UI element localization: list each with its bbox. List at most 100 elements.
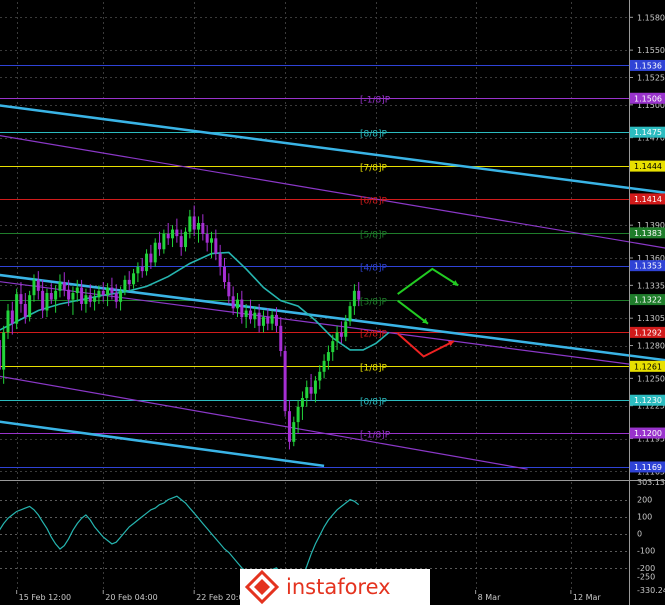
candle-body bbox=[19, 294, 23, 304]
candle-body bbox=[166, 233, 170, 239]
time-label: 15 Feb 12:00 bbox=[19, 593, 71, 602]
level-label: [8/8]P bbox=[360, 130, 388, 140]
level-label: [1/8]P bbox=[360, 364, 388, 374]
candle-body bbox=[309, 387, 313, 394]
instaforex-logo-icon bbox=[244, 569, 280, 605]
candle-body bbox=[235, 299, 239, 309]
price-tag-label: 1.1322 bbox=[634, 296, 662, 305]
axis-tick-label: 1.1305 bbox=[637, 314, 665, 323]
time-label: 8 Mar bbox=[478, 593, 501, 602]
candle-body bbox=[253, 312, 257, 320]
candle-body bbox=[201, 222, 205, 234]
level-label: [7/8]P bbox=[360, 164, 388, 174]
candle-body bbox=[49, 293, 53, 300]
price-tag-label: 1.1353 bbox=[634, 262, 662, 271]
osc-tick-label: 303.133 bbox=[637, 478, 665, 487]
candle-body bbox=[222, 266, 226, 283]
axis-tick-label: 1.1550 bbox=[637, 46, 665, 55]
candle-body bbox=[300, 398, 304, 407]
candle-body bbox=[210, 238, 213, 243]
level-label: [5/8]P bbox=[360, 231, 388, 241]
candle-body bbox=[84, 295, 88, 304]
candle-body bbox=[23, 303, 27, 318]
candle-body bbox=[158, 242, 162, 250]
osc-tick-label: 200 bbox=[637, 496, 652, 505]
candle-body bbox=[352, 290, 356, 307]
level-label: [-1/8]P bbox=[360, 431, 391, 441]
candle-body bbox=[67, 289, 71, 300]
candle-body bbox=[145, 253, 149, 272]
osc-tick-label: -250 bbox=[637, 572, 655, 581]
candle-body bbox=[214, 238, 218, 254]
candle-body bbox=[54, 290, 58, 300]
osc-tick-label: 100 bbox=[637, 513, 652, 522]
candle-body bbox=[114, 293, 118, 302]
candle-body bbox=[153, 242, 157, 263]
candle-body bbox=[274, 314, 278, 326]
candle-body bbox=[6, 310, 10, 333]
candle-body bbox=[322, 360, 326, 372]
candle-body bbox=[32, 279, 36, 296]
candle-body bbox=[101, 290, 105, 296]
candle-body bbox=[296, 406, 300, 423]
candle-body bbox=[197, 222, 201, 230]
price-tag-label: 1.1414 bbox=[634, 195, 662, 204]
candle-body bbox=[41, 290, 45, 311]
candle-body bbox=[80, 287, 84, 304]
candle-body bbox=[175, 229, 179, 237]
candle-body bbox=[179, 236, 183, 248]
candle-body bbox=[231, 296, 235, 309]
candle-body bbox=[136, 266, 140, 274]
candle-body bbox=[110, 287, 114, 294]
candle-body bbox=[132, 273, 136, 285]
watermark-text: instaforex bbox=[286, 575, 391, 599]
candle-body bbox=[97, 290, 101, 298]
candle-body bbox=[287, 411, 291, 442]
price-tag-label: 1.1261 bbox=[634, 362, 662, 371]
level-label: [-1/8]P bbox=[360, 96, 391, 106]
candle-body bbox=[344, 321, 348, 337]
candle-body bbox=[106, 287, 110, 296]
level-label: [4/8]P bbox=[360, 264, 388, 274]
candle-body bbox=[192, 216, 196, 230]
candle-body bbox=[326, 352, 330, 361]
candle-body bbox=[2, 332, 6, 370]
level-label: [6/8]P bbox=[360, 197, 388, 207]
candle-body bbox=[15, 294, 19, 324]
candle-body bbox=[28, 295, 32, 318]
price-tag-label: 1.1200 bbox=[634, 429, 662, 438]
time-label: 20 Feb 04:00 bbox=[105, 593, 157, 602]
forex-chart: [-1/8]P [8/8]P [7/8]P [6/8]P [5/8]P [4/8]P [3/… bbox=[0, 0, 665, 605]
axis-tick-label: 1.1250 bbox=[637, 374, 665, 383]
candle-body bbox=[335, 332, 339, 342]
level-label: [3/8]P bbox=[360, 298, 388, 308]
candle-body bbox=[162, 233, 166, 250]
candle-body bbox=[305, 387, 309, 399]
candle-body bbox=[270, 314, 274, 324]
osc-tick-label: -100 bbox=[637, 547, 655, 556]
price-tag-label: 1.1169 bbox=[634, 463, 662, 472]
price-tag-label: 1.1230 bbox=[634, 396, 662, 405]
candle-body bbox=[218, 253, 222, 267]
osc-tick-label: -330.244 bbox=[637, 586, 665, 595]
axis-tick-label: 1.1525 bbox=[637, 73, 665, 82]
candle-body bbox=[266, 317, 270, 324]
osc-tick-label: 0 bbox=[637, 530, 642, 539]
candle-body bbox=[318, 371, 322, 381]
axis-tick-label: 1.1280 bbox=[637, 342, 665, 351]
candle-body bbox=[58, 282, 62, 291]
candle-body bbox=[261, 317, 265, 326]
candle-body bbox=[119, 290, 123, 302]
candle-body bbox=[62, 282, 66, 290]
candle-body bbox=[171, 229, 175, 239]
candle-body bbox=[339, 332, 343, 337]
candle-body bbox=[75, 287, 79, 294]
candle-body bbox=[149, 253, 153, 263]
candle-body bbox=[36, 279, 40, 291]
candle-body bbox=[244, 310, 248, 318]
candle-body bbox=[88, 295, 92, 302]
candle-body bbox=[140, 266, 144, 272]
axis-tick-label: 1.1580 bbox=[637, 13, 665, 22]
candle-body bbox=[93, 297, 97, 302]
candle-body bbox=[184, 231, 188, 248]
